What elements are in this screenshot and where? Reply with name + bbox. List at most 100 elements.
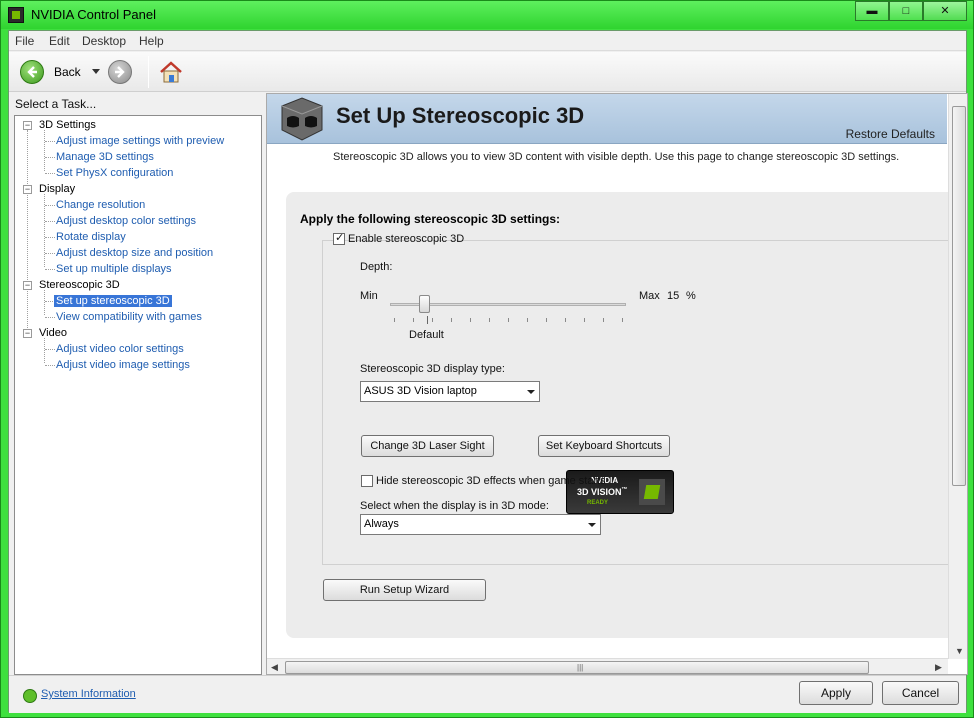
nvidia-app-icon (8, 7, 24, 23)
badge-product: 3D VISION™ (577, 487, 628, 497)
tree-category-display[interactable]: Display (39, 183, 75, 195)
cancel-button[interactable]: Cancel (882, 681, 959, 705)
enable-stereoscopic-checkbox[interactable] (333, 231, 345, 245)
depth-tick (603, 318, 604, 322)
run-setup-wizard-button[interactable]: Run Setup Wizard (323, 579, 486, 601)
settings-group-title: Apply the following stereoscopic 3D sett… (300, 212, 561, 226)
tree-item-video-image[interactable]: Adjust video image settings (56, 359, 190, 371)
depth-tick (508, 318, 509, 322)
depth-default-label: Default (409, 329, 444, 341)
title-bar[interactable]: NVIDIA Control Panel ▬ □ ✕ (1, 1, 973, 29)
tree-connector (45, 141, 55, 142)
vertical-scroll-thumb[interactable] (952, 106, 966, 486)
tree-connector (45, 269, 55, 270)
tree-item-adjust-image-settings[interactable]: Adjust image settings with preview (56, 135, 224, 147)
depth-value: 15 (667, 290, 680, 302)
display-type-value: ASUS 3D Vision laptop (364, 385, 477, 397)
system-information-link[interactable]: System Information (41, 688, 136, 700)
app-window: NVIDIA Control Panel ▬ □ ✕ File Edit Des… (0, 0, 974, 718)
scroll-left-arrow-icon[interactable]: ◀ (271, 662, 278, 673)
tree-category-stereoscopic[interactable]: Stereoscopic 3D (39, 279, 120, 291)
close-button[interactable]: ✕ (923, 1, 967, 21)
enable-stereoscopic-label[interactable]: Enable stereoscopic 3D (348, 233, 464, 245)
restore-defaults-link[interactable]: Restore Defaults (846, 127, 935, 141)
tree-connector (44, 338, 45, 363)
3d-mode-label: Select when the display is in 3D mode: (360, 500, 549, 512)
tree-item-manage-3d-settings[interactable]: Manage 3D settings (56, 151, 154, 163)
back-dropdown-icon[interactable] (92, 69, 100, 74)
horizontal-scroll-thumb[interactable]: ||| (285, 661, 869, 674)
collapse-3d-settings-icon[interactable]: − (23, 121, 32, 130)
3d-mode-select[interactable]: Always (360, 514, 601, 535)
depth-min-label: Min (360, 290, 378, 302)
hide-effects-label[interactable]: Hide stereoscopic 3D effects when game s… (376, 475, 606, 487)
depth-max-label: Max (639, 290, 660, 302)
client-area: File Edit Desktop Help Back Select a Tas… (8, 30, 968, 713)
menu-desktop[interactable]: Desktop (82, 34, 126, 48)
back-button-label[interactable]: Back (54, 65, 81, 79)
minimize-button[interactable]: ▬ (855, 1, 889, 21)
home-icon[interactable] (158, 59, 184, 85)
settings-group: Apply the following stereoscopic 3D sett… (286, 192, 958, 638)
collapse-stereoscopic-icon[interactable]: − (23, 281, 32, 290)
tree-category-video[interactable]: Video (39, 327, 67, 339)
window-title: NVIDIA Control Panel (31, 7, 157, 22)
tree-item-desktop-color[interactable]: Adjust desktop color settings (56, 215, 196, 227)
collapse-display-icon[interactable]: − (23, 185, 32, 194)
horizontal-scrollbar[interactable]: ◀ ||| ▶ (267, 658, 948, 674)
tree-connector (45, 349, 55, 350)
tree-category-3d-settings[interactable]: 3D Settings (39, 119, 96, 131)
tree-connector (45, 317, 55, 318)
tree-connector (44, 290, 45, 315)
depth-unit: % (686, 290, 696, 302)
depth-tick (584, 318, 585, 322)
tree-item-setup-stereoscopic-selected[interactable]: Set up stereoscopic 3D (54, 295, 172, 307)
depth-tick (622, 318, 623, 322)
back-arrow-icon[interactable] (20, 60, 44, 84)
tree-connector (45, 221, 55, 222)
system-info-icon[interactable] (23, 689, 37, 703)
tree-connector (45, 205, 55, 206)
toolbar: Back (9, 52, 966, 92)
tree-item-desktop-size[interactable]: Adjust desktop size and position (56, 247, 213, 259)
scroll-right-arrow-icon[interactable]: ▶ (935, 662, 942, 673)
chevron-down-icon (527, 390, 535, 394)
menu-edit[interactable]: Edit (49, 34, 70, 48)
grip-icon: ||| (577, 663, 584, 672)
task-tree: − 3D Settings Adjust image settings with… (14, 115, 262, 675)
menu-help[interactable]: Help (139, 34, 164, 48)
chevron-down-icon (588, 523, 596, 527)
tree-item-multiple-displays[interactable]: Set up multiple displays (56, 263, 172, 275)
tree-item-compatibility[interactable]: View compatibility with games (56, 311, 202, 323)
set-keyboard-shortcuts-button[interactable]: Set Keyboard Shortcuts (538, 435, 670, 457)
tree-item-change-resolution[interactable]: Change resolution (56, 199, 145, 211)
depth-slider-thumb[interactable] (419, 295, 431, 313)
page-title: Set Up Stereoscopic 3D (336, 103, 585, 128)
change-laser-sight-button[interactable]: Change 3D Laser Sight (361, 435, 494, 457)
bottom-bar: System Information Apply Cancel (9, 675, 966, 713)
maximize-button[interactable]: □ (889, 1, 923, 21)
tree-connector (44, 130, 45, 171)
depth-tick (527, 318, 528, 322)
nvidia-eye-icon (639, 479, 665, 505)
tree-connector (45, 157, 55, 158)
3d-mode-value: Always (364, 518, 399, 530)
tree-item-rotate-display[interactable]: Rotate display (56, 231, 126, 243)
menu-file[interactable]: File (15, 34, 34, 48)
hide-effects-checkbox[interactable] (361, 475, 373, 487)
tree-item-physx[interactable]: Set PhysX configuration (56, 167, 173, 179)
tree-connector (45, 253, 55, 254)
scroll-down-arrow-icon[interactable]: ▼ (955, 646, 964, 656)
tree-connector (27, 130, 28, 336)
forward-arrow-icon[interactable] (108, 60, 132, 84)
content-pane: Set Up Stereoscopic 3D Restore Defaults … (266, 93, 968, 675)
collapse-video-icon[interactable]: − (23, 329, 32, 338)
default-marker (427, 316, 428, 324)
vertical-scrollbar[interactable]: ▼ (948, 94, 967, 659)
tree-item-video-color[interactable]: Adjust video color settings (56, 343, 184, 355)
display-type-select[interactable]: ASUS 3D Vision laptop (360, 381, 540, 402)
apply-button[interactable]: Apply (799, 681, 873, 705)
display-type-label: Stereoscopic 3D display type: (360, 363, 505, 375)
depth-tick (565, 318, 566, 322)
stereo-glasses-icon (277, 96, 327, 142)
